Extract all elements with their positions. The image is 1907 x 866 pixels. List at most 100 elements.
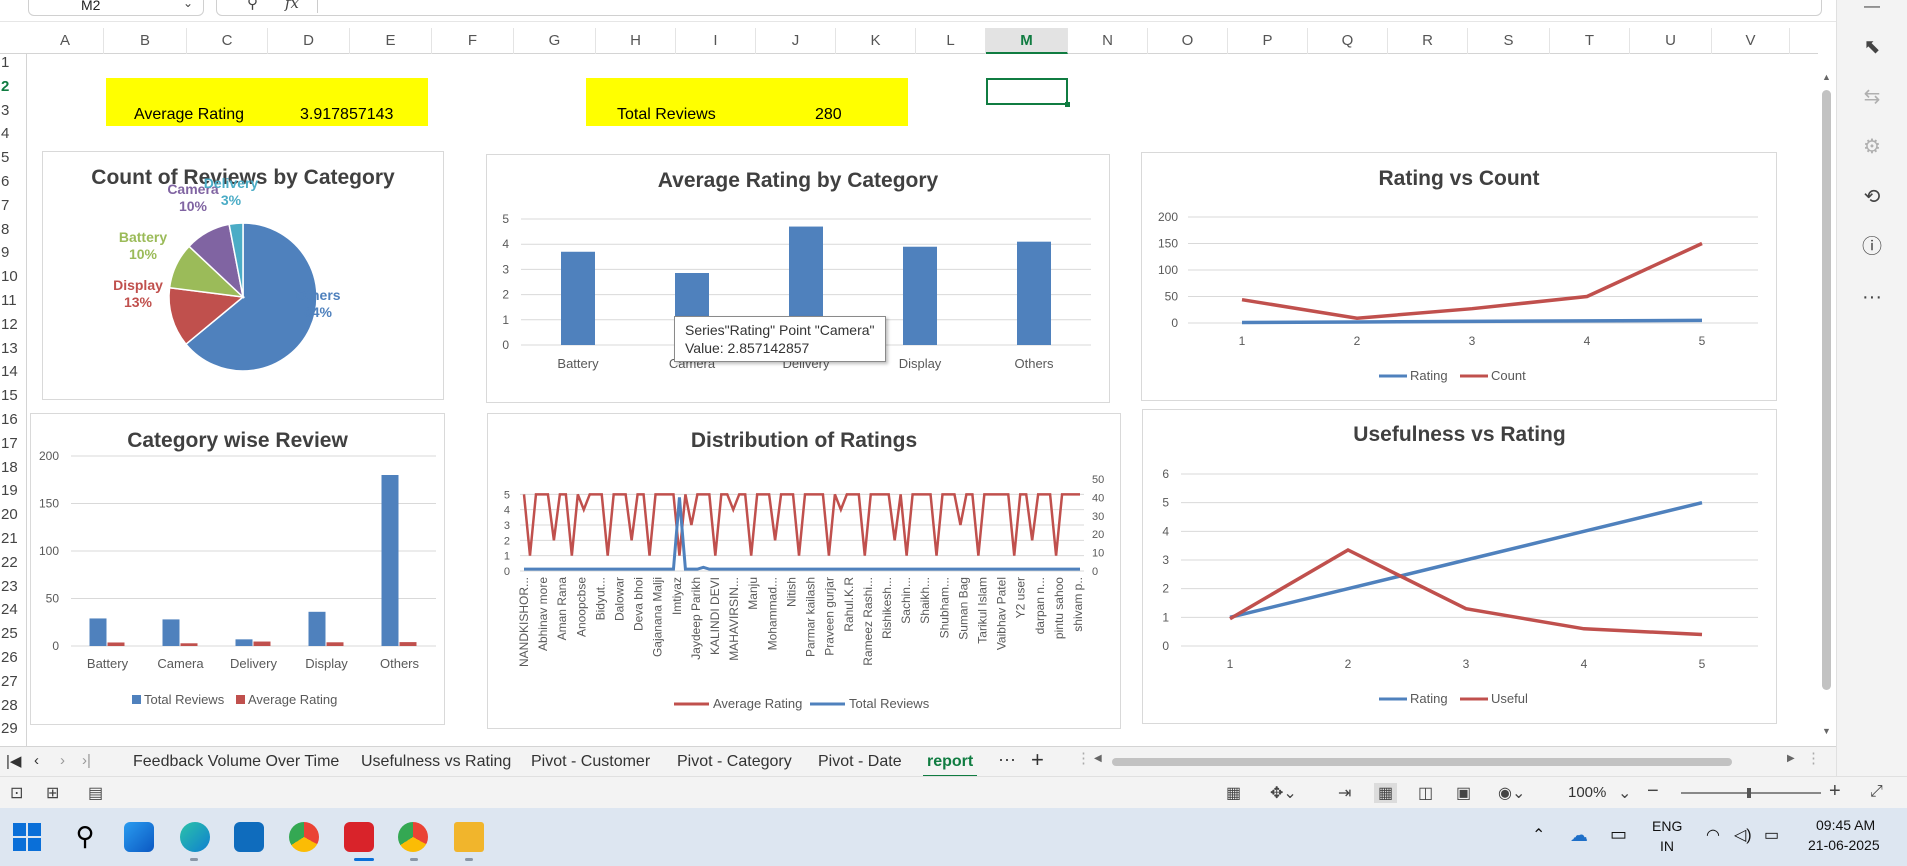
vertical-scrollbar[interactable]: ▲ ▼ [1818,54,1836,746]
column-header-a[interactable]: A [27,28,104,54]
column-header-l[interactable]: L [916,28,986,54]
column-header-b[interactable]: B [104,28,187,54]
outlook-icon[interactable] [234,822,264,852]
column-header-s[interactable]: S [1468,28,1550,54]
more-sheets-icon[interactable]: ··· [998,749,1016,770]
column-header-i[interactable]: I [676,28,756,54]
row-header-13[interactable]: 13 [0,340,27,357]
bar-average-rating-camera[interactable] [180,643,198,646]
scroll-left-icon[interactable]: ◀ [1094,753,1102,764]
total-reviews-label[interactable]: Total Reviews [617,106,716,124]
wifi-icon[interactable]: ◠ [1706,825,1720,845]
row-header-17[interactable]: 17 [0,435,27,452]
edge-icon[interactable] [180,822,210,852]
scroll-thumb[interactable] [1822,90,1831,690]
row-header-22[interactable]: 22 [0,554,27,571]
bar-average-rating-battery[interactable] [107,642,125,646]
bar-average-rating-display[interactable] [326,642,344,646]
pie-chart[interactable]: Count of Reviews by Category Others 64% Di… [42,151,444,400]
row-header-27[interactable]: 27 [0,673,27,690]
series-line-count[interactable] [1241,241,1703,320]
prev-sheet-icon[interactable]: ‹ [34,752,39,769]
zoom-out-icon[interactable]: − [1647,780,1659,803]
column-header-d[interactable]: D [268,28,350,54]
bar-battery[interactable] [561,251,595,345]
page-break-preview-icon[interactable]: ▣ [1456,783,1471,803]
column-header-e[interactable]: E [350,28,432,54]
row-header-2[interactable]: 2 [0,78,27,95]
bar-total-reviews-delivery[interactable] [235,639,253,646]
keyboard-icon[interactable]: ▭ [1610,824,1627,845]
formula-input[interactable]: ⚲ fx [216,0,1822,16]
chrome-profile-icon[interactable] [398,822,428,852]
move-icon[interactable]: ✥⌄ [1270,783,1297,803]
bar-total-reviews-others[interactable] [381,475,399,646]
tab-pivot-date[interactable]: Pivot - Date [818,753,902,771]
transform-icon[interactable]: ⇆ [1859,84,1885,110]
page-break-icon[interactable]: ⇥ [1338,783,1351,803]
scroll-right-icon[interactable]: ▶ [1787,753,1795,764]
fx-icon[interactable]: fx [285,0,299,12]
column-header-g[interactable]: G [514,28,596,54]
volume-icon[interactable]: ◁) [1734,825,1752,845]
cell-mode-icon[interactable]: ⊡ [10,783,23,803]
last-sheet-icon[interactable]: ›| [82,752,91,769]
onedrive-icon[interactable]: ☁ [1570,825,1588,846]
more-icon[interactable]: ··· [1859,284,1885,310]
column-header-n[interactable]: N [1068,28,1148,54]
zoom-dropdown-icon[interactable]: ⌄ [1618,783,1631,803]
adjust-icon[interactable]: ⚙ [1859,134,1885,160]
row-header-25[interactable]: 25 [0,625,27,642]
file-explorer-icon[interactable] [454,822,484,852]
row-header-16[interactable]: 16 [0,411,27,428]
usefulness-vs-rating-chart[interactable]: Usefulness vs Rating 0 1 2 3 4 5 6 1 2 3 4 5 Rating U… [1142,409,1777,724]
tab-feedback-volume[interactable]: Feedback Volume Over Time [133,753,339,771]
tab-pivot-category[interactable]: Pivot - Category [677,753,792,771]
fullscreen-icon[interactable]: ⤢ [1870,783,1883,801]
bar-total-reviews-display[interactable] [308,611,326,646]
column-header-c[interactable]: C [187,28,268,54]
series-line-rating[interactable] [1241,318,1703,325]
avg-rating-bar-chart[interactable]: Average Rating by Category 0 1 2 3 4 5 Battery… [486,154,1110,403]
row-header-3[interactable]: 3 [0,102,27,119]
language-primary[interactable]: ENG [1652,818,1682,834]
row-header-15[interactable]: 15 [0,387,27,404]
column-header-u[interactable]: U [1630,28,1712,54]
row-header-4[interactable]: 4 [0,125,27,142]
row-header-26[interactable]: 26 [0,649,27,666]
row-header-10[interactable]: 10 [0,268,27,285]
total-reviews-value[interactable]: 280 [815,106,842,124]
active-cell-m2[interactable] [986,78,1070,107]
chrome-icon[interactable] [289,822,319,852]
tab-pivot-customer[interactable]: Pivot - Customer [531,753,650,771]
zoom-level[interactable]: 100% [1568,784,1606,801]
row-header-19[interactable]: 19 [0,482,27,499]
column-header-q[interactable]: Q [1308,28,1388,54]
bar-average-rating-others[interactable] [399,642,417,646]
display-settings-icon[interactable]: ▦ [1226,783,1241,803]
row-header-5[interactable]: 5 [0,149,27,166]
clock-time[interactable]: 09:45 AM [1816,817,1875,833]
chevron-up-icon[interactable]: ⌃ [1532,825,1545,845]
tab-report[interactable]: report [922,753,978,778]
category-wise-review-chart[interactable]: Category wise Review 0 50 100 150 200 Battery… [30,413,445,725]
rating-vs-count-chart[interactable]: Rating vs Count 0 50 100 150 200 1 2 3 4 5 Rating C… [1141,152,1777,401]
row-header-18[interactable]: 18 [0,459,27,476]
history-icon[interactable]: ⟲ [1859,184,1885,210]
row-header-7[interactable]: 7 [0,197,27,214]
horizontal-scrollbar[interactable] [1112,757,1732,767]
column-header-o[interactable]: O [1148,28,1228,54]
row-header-24[interactable]: 24 [0,601,27,618]
normal-view-icon[interactable]: ▦ [1374,783,1398,803]
tab-usefulness-vs-rating[interactable]: Usefulness vs Rating [361,753,511,771]
bar-total-reviews-camera[interactable] [162,619,180,646]
row-header-9[interactable]: 9 [0,244,27,261]
desktop-icon[interactable] [124,822,154,852]
column-header-v[interactable]: V [1712,28,1790,54]
column-header-j[interactable]: J [756,28,836,54]
series-line-useful[interactable] [1229,547,1703,637]
bar-average-rating-delivery[interactable] [253,641,271,646]
column-header-r[interactable]: R [1388,28,1468,54]
row-header-11[interactable]: 11 [0,292,27,309]
help-icon[interactable]: ⓘ [1859,234,1885,260]
